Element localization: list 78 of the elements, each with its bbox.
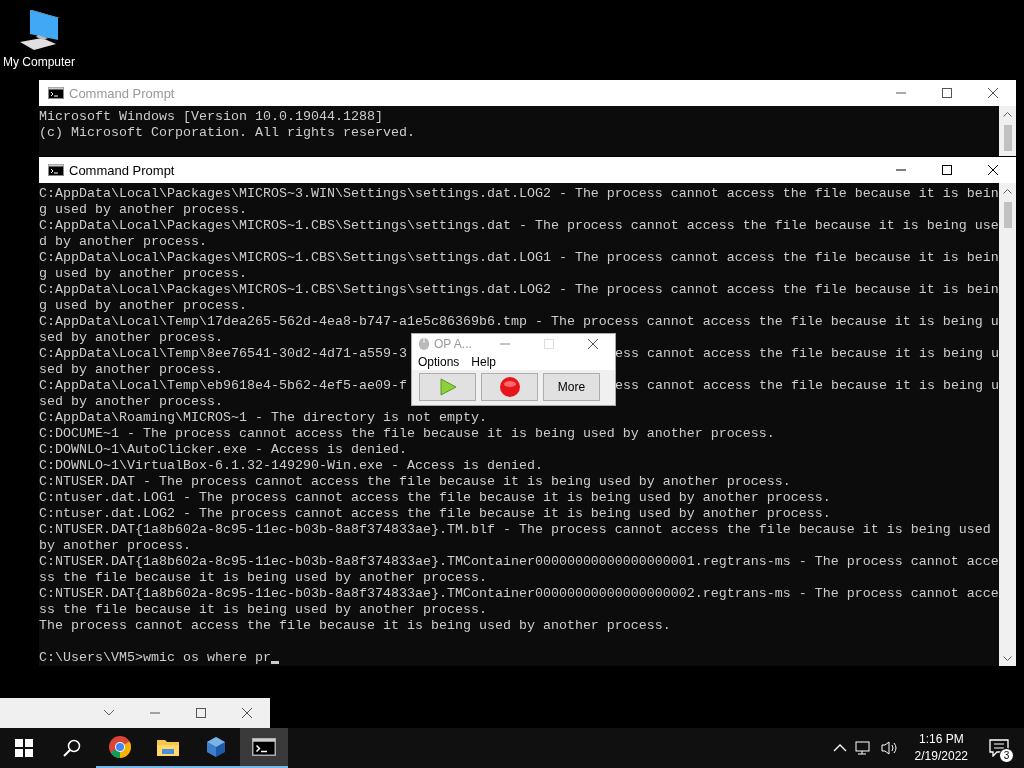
console-line: C:AppData\Local\Packages\MICROS~1.CBS\Settings\settings.dat.LOG1 - The process cannot access the file because it is bein bbox=[39, 250, 999, 266]
maximize-icon[interactable] bbox=[942, 165, 952, 175]
notification-button[interactable]: 3 bbox=[984, 733, 1014, 763]
console-line: Microsoft Windows [Version 10.0.19044.1288] bbox=[39, 109, 383, 125]
console-line: g used by another process. bbox=[39, 202, 247, 218]
chevron-up-icon[interactable] bbox=[832, 743, 847, 753]
console-line: C:AppData\Local\Temp\17dea265-562d-4ea8-b747-a1e5c86369b6.tmp - The process cannot access the file because it is being u bbox=[39, 314, 999, 330]
close-icon[interactable] bbox=[988, 165, 998, 175]
time-text: 1:16 PM bbox=[918, 731, 964, 748]
console-line: C:ntuser.dat.LOG2 - The process cannot access the file because it is being used by another process. bbox=[39, 506, 831, 522]
menu-item[interactable]: Help bbox=[471, 355, 497, 369]
window-title: Command Prompt bbox=[69, 162, 176, 178]
scroll-down-icon[interactable] bbox=[1003, 656, 1012, 661]
desktop-icon-label[interactable]: My Computer bbox=[3, 55, 75, 69]
text-cursor bbox=[270, 661, 279, 664]
console-line: C:AppData\Local\Temp\eb9618e4-5b62-4ef5-ae09-f bbox=[39, 378, 407, 394]
search-icon bbox=[63, 739, 81, 757]
network-icon[interactable] bbox=[854, 740, 873, 756]
chevron-down-icon[interactable] bbox=[103, 709, 115, 717]
console-line: C:NTUSER.DAT{1a8b602a-8c95-11ec-b03b-8a8f374833ae}.TMContainer00000000000000000002.regtrans-ms - The process cannot acce bbox=[39, 586, 999, 602]
volume-icon[interactable] bbox=[880, 740, 899, 756]
console-line: ss the file because it is being used by another process. bbox=[39, 602, 487, 618]
scroll-up-icon[interactable] bbox=[1003, 112, 1012, 117]
taskbar-button[interactable] bbox=[240, 728, 288, 768]
notification-count: 3 bbox=[999, 748, 1014, 763]
close-icon[interactable] bbox=[988, 88, 998, 98]
console-line: C:DOWNLO~1\AutoClicker.exe - Access is denied. bbox=[39, 442, 407, 458]
console-line: C:ntuser.dat.LOG1 - The process cannot access the file because it is being used by another process. bbox=[39, 490, 831, 506]
record-icon bbox=[498, 376, 521, 398]
console-line: sed by another process. bbox=[39, 394, 223, 410]
clock[interactable]: 1:16 PM 2/19/2022 bbox=[906, 731, 976, 765]
scroll-up-icon[interactable] bbox=[1003, 189, 1012, 194]
menu-item[interactable]: Options bbox=[418, 355, 460, 369]
console-line: C:NTUSER.DAT - The process cannot access the file because it is being used by another process. bbox=[39, 474, 791, 490]
scroll-thumb[interactable] bbox=[1003, 202, 1012, 228]
record-button[interactable] bbox=[481, 373, 538, 401]
console-line: C:AppData\Local\Packages\MICROS~1.CBS\Settings\settings.dat - The process cannot access the file because it is being use bbox=[39, 218, 999, 234]
console-line: C:DOCUME~1 - The process cannot access the file because it is being used by another process. bbox=[39, 426, 775, 442]
console-line: C:DOWNLO~1\VirtualBox-6.1.32-149290-Win.exe - Access is denied. bbox=[39, 458, 543, 474]
console-line: ess cannot access the file because it is being u bbox=[615, 378, 999, 394]
console-line: C:AppData\Local\Packages\MICROS~3.WIN\Settings\settings.dat.LOG2 - The process cannot access the file because it is bein bbox=[39, 186, 999, 202]
window-title: Command Prompt bbox=[69, 85, 176, 101]
console-line: sed by another process. bbox=[39, 362, 223, 378]
console-line: ess cannot access the file because it is being u bbox=[615, 346, 999, 362]
console-line: (c) Microsoft Corporation. All rights reserved. bbox=[39, 125, 415, 141]
console-line: by another process. bbox=[39, 538, 191, 554]
console-icon bbox=[252, 738, 276, 756]
close-icon[interactable] bbox=[588, 339, 598, 349]
console-line: g used by another process. bbox=[39, 298, 247, 314]
close-icon[interactable] bbox=[242, 708, 252, 718]
console-line: sed by another process. bbox=[39, 330, 223, 346]
console-line: d by another process. bbox=[39, 234, 207, 250]
console-line: g used by another process. bbox=[39, 266, 247, 282]
mouse-icon bbox=[418, 337, 430, 351]
maximize-icon[interactable] bbox=[942, 88, 952, 98]
cube-icon bbox=[204, 735, 228, 759]
window-title: OP A... bbox=[434, 337, 473, 351]
more-button[interactable]: More bbox=[543, 373, 600, 401]
console-line: C:NTUSER.DAT{1a8b602a-8c95-11ec-b03b-8a8f374833ae}.TMContainer00000000000000000001.regtrans-ms - The process cannot acce bbox=[39, 554, 999, 570]
date-text: 2/19/2022 bbox=[914, 748, 968, 765]
command-input[interactable]: C:\Users\VM5>wmic os where pr bbox=[39, 650, 271, 666]
console-icon bbox=[48, 87, 64, 99]
scrollbar[interactable] bbox=[999, 106, 1016, 156]
scrollbar[interactable] bbox=[999, 183, 1016, 666]
message-icon bbox=[989, 739, 1009, 757]
console-line: The process cannot access the file because it is being used by another process. bbox=[39, 618, 671, 634]
console-line: ss the file because it is being used by another process. bbox=[39, 570, 487, 586]
console-icon bbox=[48, 164, 64, 176]
console-line: C:AppData\Roaming\MICROS~1 - The directory is not empty. bbox=[39, 410, 487, 426]
browser-icon bbox=[108, 735, 132, 759]
folder-icon bbox=[156, 737, 180, 757]
maximize-icon[interactable] bbox=[196, 708, 206, 718]
console-line: C:AppData\Local\Temp\8ee76541-30d2-4d71-a559-3 bbox=[39, 346, 407, 362]
console-line: C:NTUSER.DAT{1a8b602a-8c95-11ec-b03b-8a8f374833ae}.TM.blf - The process cannot access the file because it is being used bbox=[39, 522, 991, 538]
windows-start-icon bbox=[15, 739, 33, 757]
scroll-thumb[interactable] bbox=[1003, 125, 1012, 151]
console-line: C:AppData\Local\Packages\MICROS~1.CBS\Settings\settings.dat.LOG2 - The process cannot access the file because it is bein bbox=[39, 282, 999, 298]
play-icon bbox=[437, 377, 458, 397]
